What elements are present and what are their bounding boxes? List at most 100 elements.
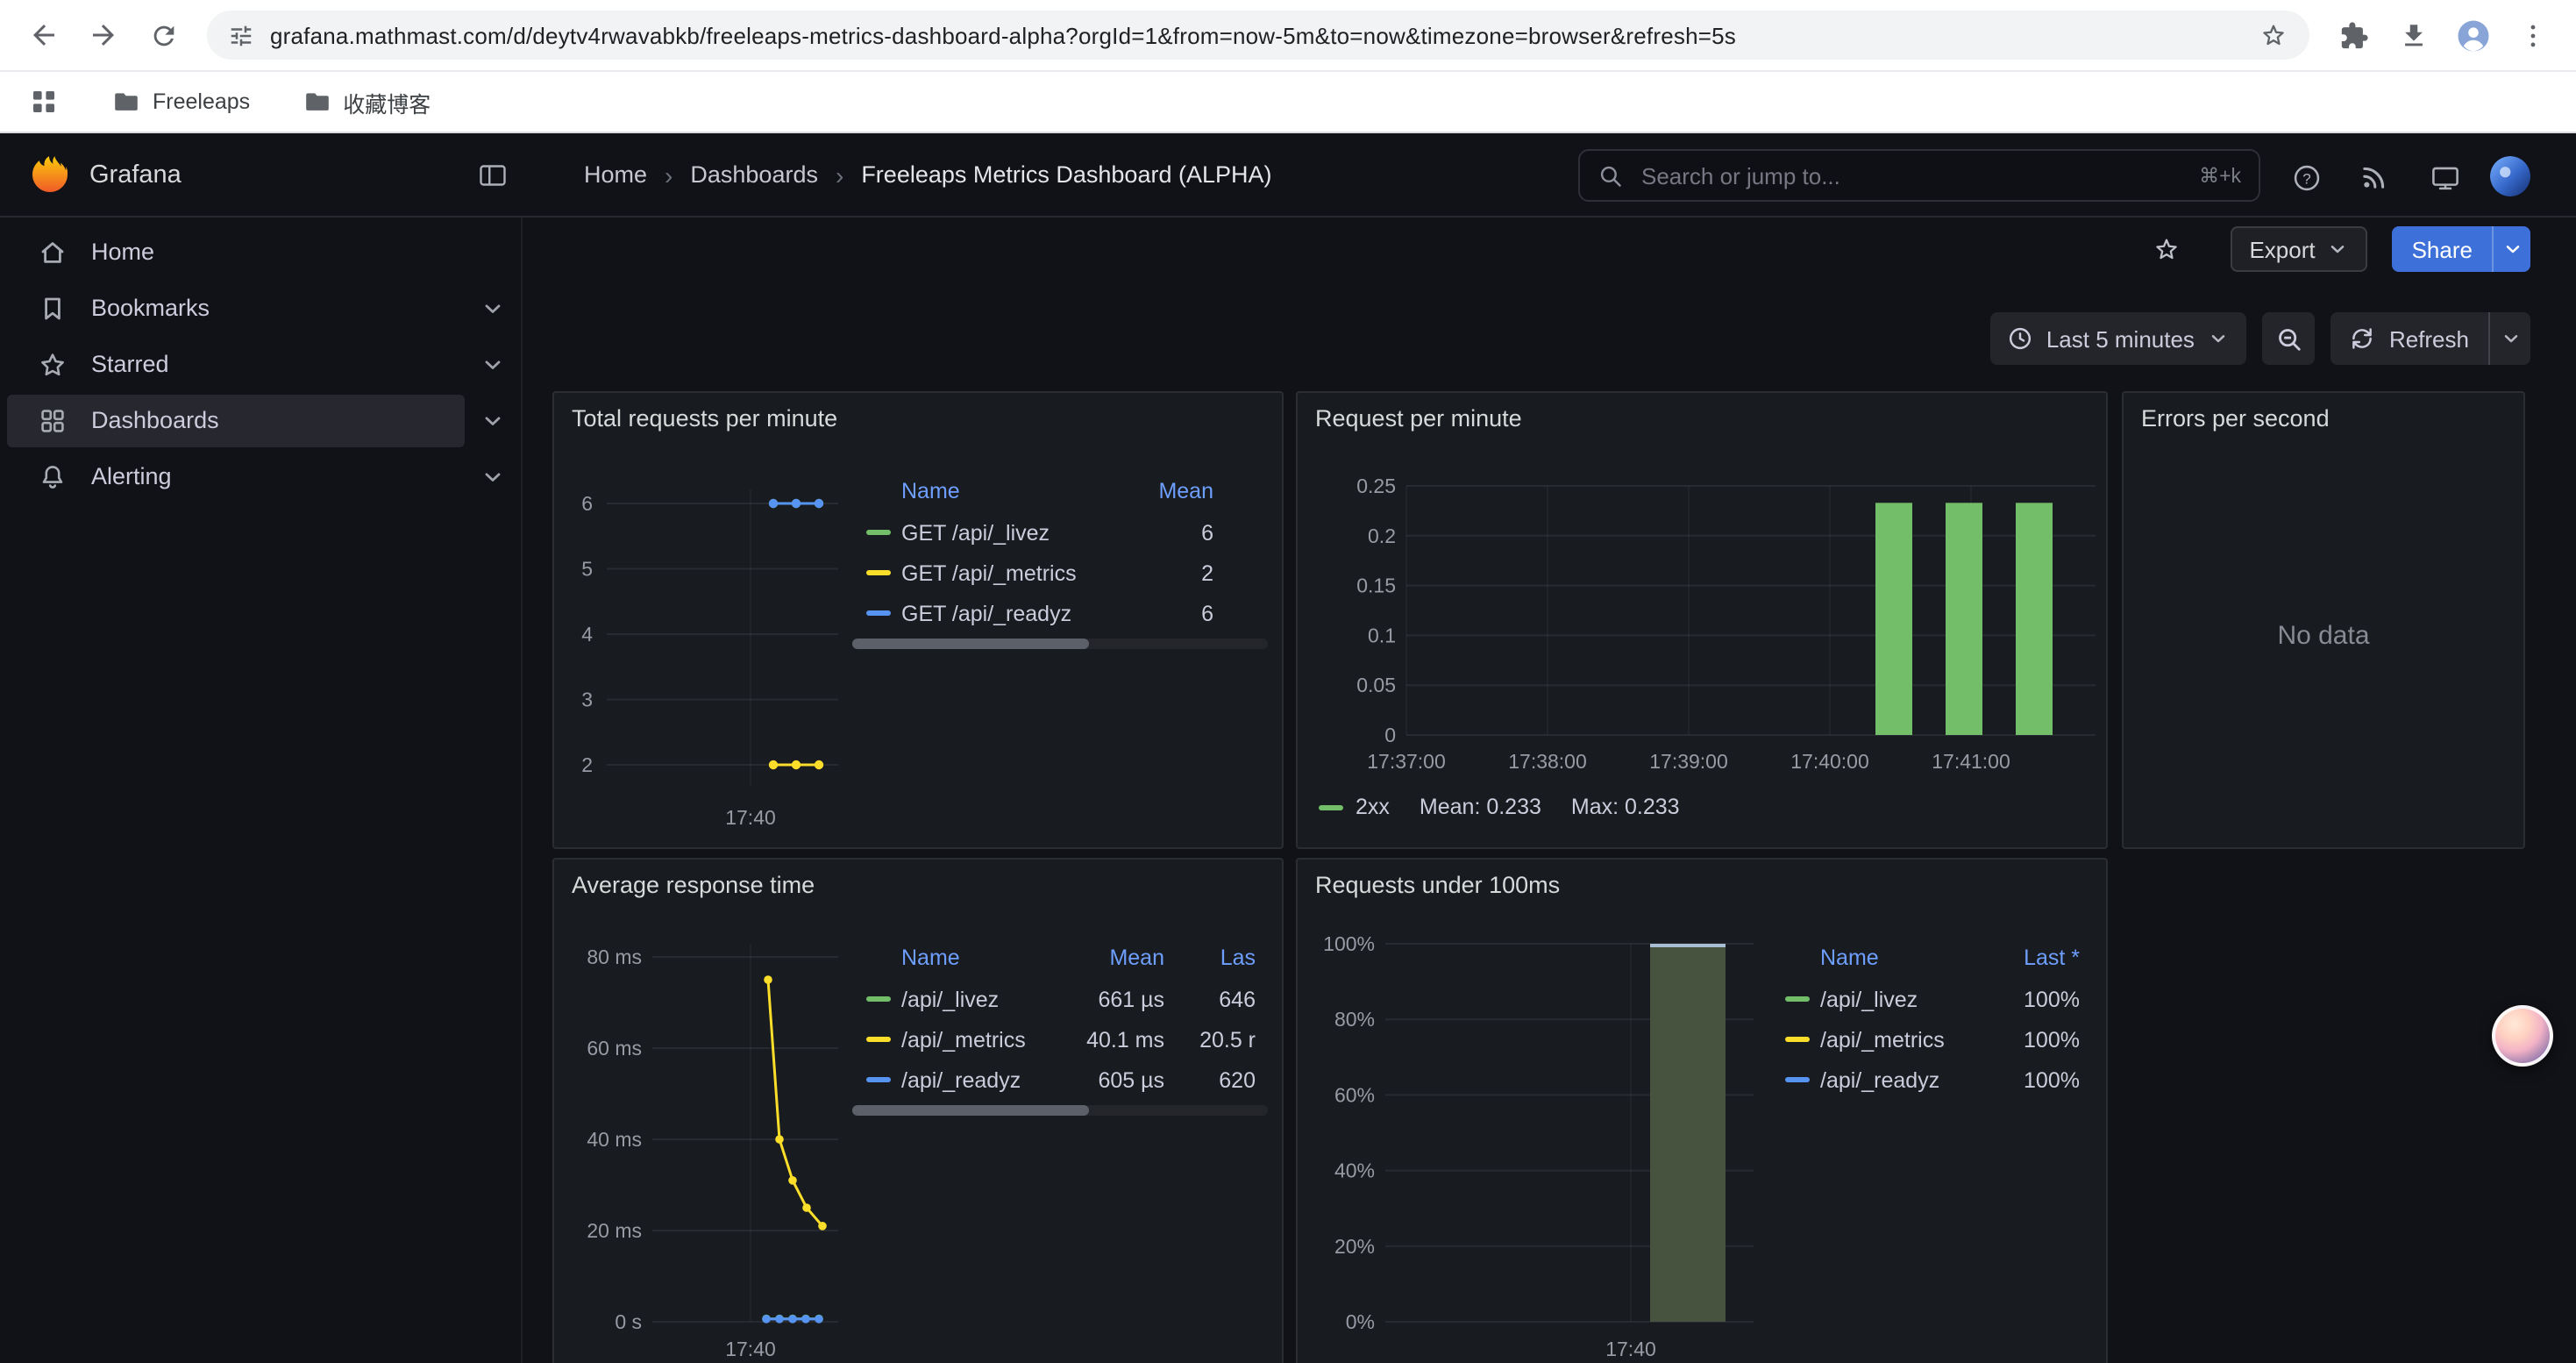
legend-inline[interactable]: 2xx Mean: 0.233 Max: 0.233 bbox=[1319, 789, 1710, 824]
panel-title[interactable]: Total requests per minute bbox=[572, 405, 837, 432]
extensions-button[interactable] bbox=[2329, 11, 2378, 60]
series-mean: 6 bbox=[1115, 520, 1213, 545]
svg-text:?: ? bbox=[2302, 169, 2309, 186]
legend-header-mean[interactable]: Mean bbox=[1056, 946, 1164, 970]
sidebar-item-starred[interactable]: Starred bbox=[0, 337, 521, 393]
refresh-interval-button[interactable] bbox=[2488, 312, 2530, 365]
search-box[interactable]: ⌘+k bbox=[1578, 149, 2260, 202]
search-shortcut: ⌘+k bbox=[2199, 163, 2241, 188]
refresh-button[interactable]: Refresh bbox=[2331, 312, 2530, 365]
panel-title[interactable]: Errors per second bbox=[2141, 405, 2330, 432]
bookmarks-bar: Freeleaps 收藏博客 bbox=[0, 72, 2576, 133]
grafana-top-nav: Grafana Home › Dashboards › Freeleaps Me… bbox=[0, 133, 2576, 218]
legend-scrollbar[interactable] bbox=[852, 639, 1268, 649]
share-label[interactable]: Share bbox=[2393, 226, 2492, 272]
series-color-chip bbox=[1785, 1037, 1810, 1042]
browser-toolbar: grafana.mathmast.com/d/deytv4rwavabkb/fr… bbox=[0, 0, 2576, 72]
chevron-down-icon[interactable] bbox=[480, 296, 505, 321]
sidebar-toggle-button[interactable] bbox=[473, 158, 512, 193]
help-button[interactable]: ? bbox=[2287, 160, 2325, 195]
user-avatar[interactable] bbox=[2490, 156, 2530, 196]
bookmark-folder-blogs[interactable]: 收藏博客 bbox=[288, 78, 445, 125]
browser-menu-button[interactable] bbox=[2508, 11, 2557, 60]
series-mean: 40.1 ms bbox=[1056, 1027, 1164, 1052]
legend-table: Name Mean GET /api/_livez 6 GET /api/_me… bbox=[852, 470, 1220, 633]
panel-title[interactable]: Requests under 100ms bbox=[1315, 872, 1560, 898]
time-range-picker[interactable]: Last 5 minutes bbox=[1990, 312, 2247, 365]
search-input[interactable] bbox=[1638, 161, 2185, 190]
legend-scrollbar[interactable] bbox=[852, 1105, 1268, 1116]
sidebar-item-label: Dashboards bbox=[91, 407, 219, 433]
share-button[interactable]: Share bbox=[2393, 226, 2530, 272]
legend-row[interactable]: /api/_readyz 100% bbox=[1771, 1060, 2087, 1100]
legend-row[interactable]: GET /api/_livez 6 bbox=[852, 512, 1220, 553]
profile-button[interactable] bbox=[2448, 11, 2497, 60]
legend-row[interactable]: /api/_livez 661 µs 646 bbox=[852, 979, 1263, 1019]
svg-text:0.15: 0.15 bbox=[1356, 574, 1396, 597]
breadcrumb-home[interactable]: Home bbox=[584, 161, 647, 188]
forward-button[interactable] bbox=[79, 11, 128, 60]
svg-text:0.25: 0.25 bbox=[1356, 475, 1396, 497]
legend-header-name[interactable]: Name bbox=[866, 479, 1115, 503]
legend-header-row: Name Mean Las bbox=[852, 937, 1263, 979]
legend-row[interactable]: /api/_livez 100% bbox=[1771, 979, 2087, 1019]
monitor-icon bbox=[2430, 162, 2459, 192]
legend-header-name[interactable]: Name bbox=[1785, 946, 1975, 970]
bookmark-folder-freeleaps[interactable]: Freeleaps bbox=[98, 81, 264, 123]
bell-icon bbox=[39, 463, 67, 491]
chevron-down-icon[interactable] bbox=[480, 353, 505, 377]
sidebar-item-dashboards[interactable]: Dashboards bbox=[0, 393, 521, 449]
site-settings-icon[interactable] bbox=[228, 22, 254, 48]
legend-row[interactable]: /api/_metrics 40.1 ms 20.5 r bbox=[852, 1019, 1263, 1060]
extensions-puzzle-icon bbox=[2338, 20, 2368, 50]
series-name: GET /api/_metrics bbox=[901, 560, 1115, 585]
url-bar[interactable]: grafana.mathmast.com/d/deytv4rwavabkb/fr… bbox=[207, 11, 2309, 60]
refresh-main[interactable]: Refresh bbox=[2331, 312, 2488, 365]
svg-text:80 ms: 80 ms bbox=[587, 946, 642, 968]
panel-title[interactable]: Request per minute bbox=[1315, 405, 1522, 432]
profile-avatar-icon bbox=[2454, 17, 2491, 54]
svg-text:20 ms: 20 ms bbox=[587, 1219, 642, 1242]
svg-text:17:40:00: 17:40:00 bbox=[1790, 750, 1869, 773]
grafana-brand[interactable]: Grafana bbox=[28, 153, 181, 196]
svg-text:17:38:00: 17:38:00 bbox=[1508, 750, 1587, 773]
requests-under-100ms-chart: 100%80%60%40%20%0%17:40 bbox=[1298, 860, 2108, 1363]
series-name: /api/_metrics bbox=[901, 1027, 1056, 1052]
share-menu-button[interactable] bbox=[2492, 226, 2530, 272]
request-per-minute-chart: 0.250.20.150.10.05017:37:0017:38:0017:39… bbox=[1298, 393, 2108, 849]
bookmark-star-icon[interactable] bbox=[2259, 20, 2288, 50]
legend-row[interactable]: GET /api/_metrics 2 bbox=[852, 553, 1220, 593]
chevron-down-icon[interactable] bbox=[480, 409, 505, 433]
screens-button[interactable] bbox=[2425, 160, 2464, 195]
export-button[interactable]: Export bbox=[2230, 226, 2367, 272]
panel-title[interactable]: Average response time bbox=[572, 872, 815, 898]
bookmarks-apps-button[interactable] bbox=[19, 77, 68, 126]
apps-grid-icon bbox=[30, 88, 58, 116]
legend-header-mean[interactable]: Mean bbox=[1115, 479, 1213, 503]
legend-header-last[interactable]: Las bbox=[1164, 946, 1256, 970]
breadcrumb-dashboards[interactable]: Dashboards bbox=[690, 161, 818, 188]
series-last: 646 bbox=[1164, 987, 1256, 1011]
legend-header-last[interactable]: Last * bbox=[1975, 946, 2080, 970]
legend-row[interactable]: /api/_metrics 100% bbox=[1771, 1019, 2087, 1060]
legend-header-name[interactable]: Name bbox=[866, 946, 1056, 970]
back-button[interactable] bbox=[19, 11, 68, 60]
svg-text:5: 5 bbox=[581, 558, 593, 581]
floating-avatar[interactable] bbox=[2492, 1005, 2553, 1067]
zoom-out-button[interactable] bbox=[2263, 312, 2316, 365]
legend-row[interactable]: GET /api/_readyz 6 bbox=[852, 593, 1220, 633]
sidebar-item-home[interactable]: Home bbox=[0, 225, 521, 281]
sidebar-item-bookmarks[interactable]: Bookmarks bbox=[0, 281, 521, 337]
legend-row[interactable]: /api/_readyz 605 µs 620 bbox=[852, 1060, 1263, 1100]
url-text[interactable]: grafana.mathmast.com/d/deytv4rwavabkb/fr… bbox=[270, 22, 2243, 48]
sidebar-item-alerting[interactable]: Alerting bbox=[0, 449, 521, 505]
reload-button[interactable] bbox=[139, 11, 188, 60]
series-name: /api/_livez bbox=[1820, 987, 1975, 1011]
chevron-down-icon[interactable] bbox=[480, 465, 505, 489]
panel-request-per-minute: Request per minute 0.250.20.150.10.05017… bbox=[1296, 391, 2108, 849]
scrollbar-thumb[interactable] bbox=[852, 1105, 1089, 1116]
news-button[interactable] bbox=[2355, 160, 2394, 195]
favorite-dashboard-button[interactable] bbox=[2145, 228, 2188, 270]
scrollbar-thumb[interactable] bbox=[852, 639, 1089, 649]
downloads-button[interactable] bbox=[2388, 11, 2437, 60]
